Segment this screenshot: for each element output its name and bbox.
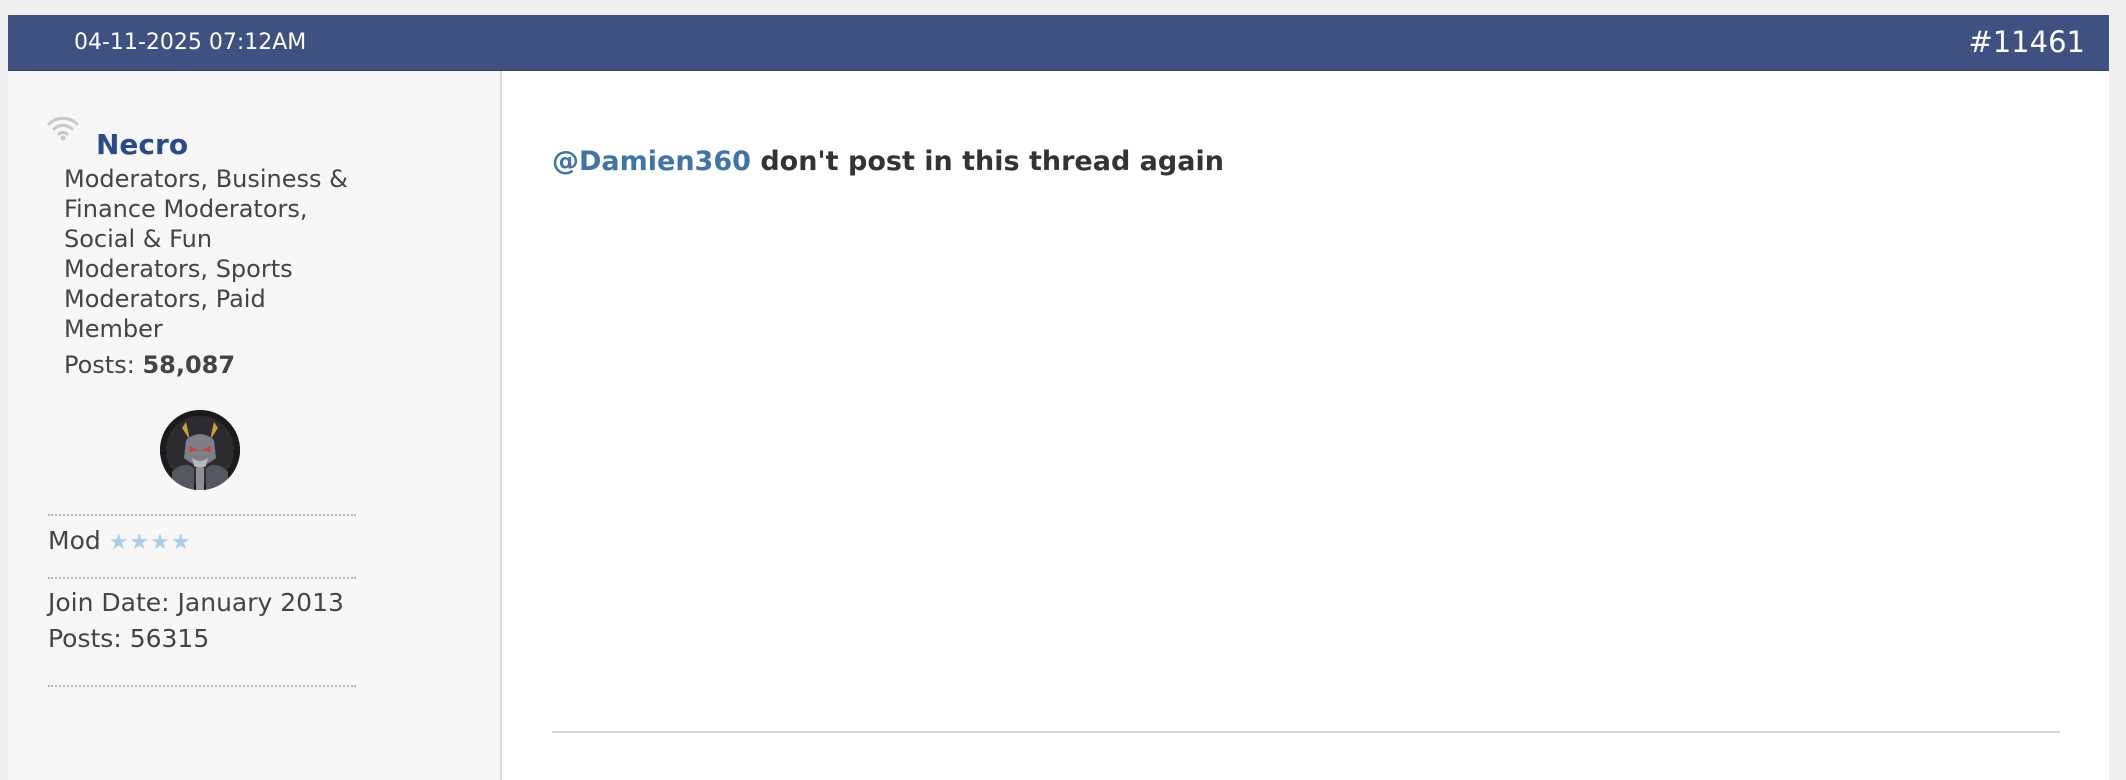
username-link[interactable]: Necro	[96, 129, 188, 161]
user-posts-count: Posts: 58,087	[64, 350, 235, 380]
rank-stars-icon: ★★★★	[108, 530, 192, 555]
avatar[interactable]	[160, 410, 240, 490]
post-message: @Damien360 don't post in this thread aga…	[552, 145, 1224, 179]
posts-total: Posts: 56315	[48, 624, 210, 653]
user-title: Moderators, Business & Finance Moderator…	[64, 165, 348, 343]
rank-label: Mod	[48, 526, 101, 555]
message-text: don't post in this thread again	[750, 146, 1224, 177]
divider	[48, 514, 356, 516]
join-date: Join Date: January 2013	[48, 588, 344, 617]
post-footer-divider	[552, 731, 2060, 733]
divider	[48, 685, 356, 687]
post-header: 04-11-2025 07:12AM #11461	[8, 15, 2109, 71]
user-mention-link[interactable]: @Damien360	[552, 146, 751, 177]
user-info-panel: Necro Moderators, Business & Finance Mod…	[8, 71, 502, 780]
wifi-signal-icon	[47, 116, 79, 141]
posts-label: Posts:	[64, 351, 135, 379]
post-date: 04-11-2025 07:12AM	[74, 30, 307, 55]
user-rank: Mod ★★★★	[48, 526, 192, 558]
avatar-image	[160, 410, 240, 490]
posts-value: 58,087	[142, 351, 236, 379]
divider	[48, 577, 356, 579]
post-permalink[interactable]: #11461	[1968, 25, 2085, 59]
forum-post: 04-11-2025 07:12AM #11461 Necro Moderato…	[8, 15, 2109, 780]
